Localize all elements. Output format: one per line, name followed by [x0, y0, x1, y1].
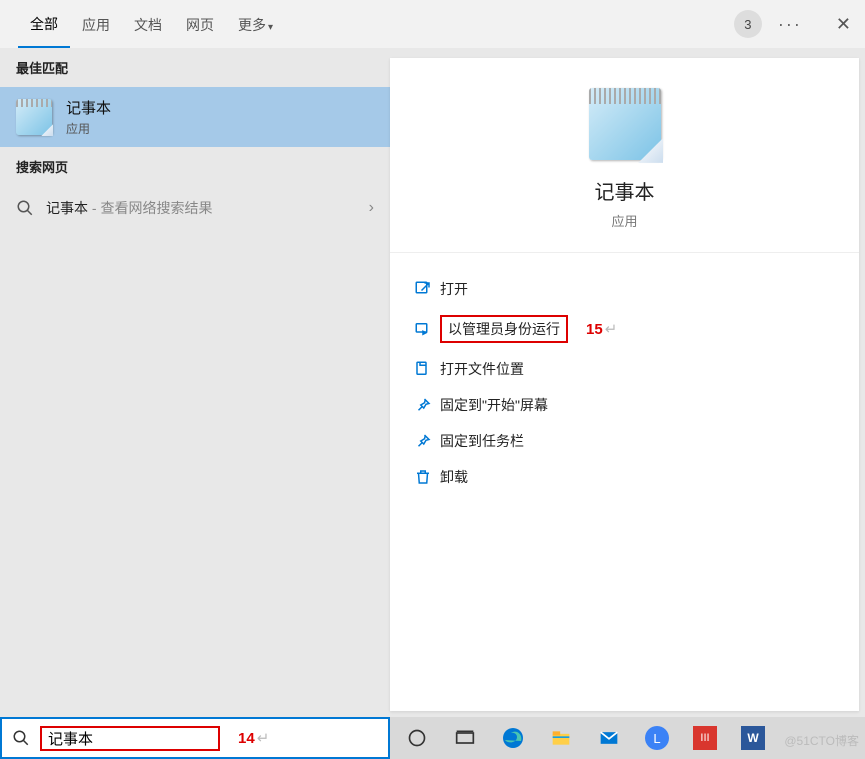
- reward-badge[interactable]: 3: [734, 10, 762, 38]
- action-pin-start-label: 固定到"开始"屏幕: [440, 395, 548, 415]
- app-red-icon[interactable]: III: [692, 725, 718, 751]
- results-pane: 最佳匹配 记事本 应用 搜索网页 记事本 - 查看网络搜索结果 ›: [0, 48, 390, 717]
- action-open-label: 打开: [440, 279, 468, 299]
- search-icon: [16, 199, 34, 217]
- tab-web[interactable]: 网页: [174, 1, 226, 47]
- search-icon: [12, 729, 30, 747]
- web-search-suffix: - 查看网络搜索结果: [88, 200, 212, 216]
- tab-apps[interactable]: 应用: [70, 1, 122, 47]
- action-open[interactable]: 打开: [414, 271, 835, 307]
- close-button[interactable]: ✕: [822, 8, 865, 41]
- search-web-header: 搜索网页: [0, 147, 390, 186]
- action-run-admin-label: 以管理员身份运行: [440, 315, 568, 343]
- word-icon[interactable]: W: [740, 725, 766, 751]
- preview-title: 记事本: [595, 176, 655, 205]
- notepad-icon: [16, 99, 52, 135]
- search-tabs: 全部 应用 文档 网页 更多▾ 3 ··· ✕: [0, 0, 865, 48]
- result-subtitle: 应用: [66, 120, 374, 137]
- search-box[interactable]: 14: [0, 717, 390, 759]
- search-input[interactable]: [48, 730, 212, 747]
- tab-documents[interactable]: 文档: [122, 1, 174, 47]
- best-match-result[interactable]: 记事本 应用: [0, 87, 390, 147]
- folder-icon: [414, 360, 440, 378]
- best-match-header: 最佳匹配: [0, 48, 390, 87]
- annotation-14: 14: [238, 729, 269, 747]
- app-l-icon[interactable]: L: [644, 725, 670, 751]
- edge-icon[interactable]: [500, 725, 526, 751]
- mail-icon[interactable]: [596, 725, 622, 751]
- chevron-down-icon: ▾: [268, 22, 273, 33]
- task-view-icon[interactable]: [452, 725, 478, 751]
- web-search-term: 记事本: [46, 200, 88, 216]
- watermark: @51CTO博客: [784, 732, 859, 749]
- action-open-location-label: 打开文件位置: [440, 359, 524, 379]
- action-pin-start[interactable]: 固定到"开始"屏幕: [414, 387, 835, 423]
- cortana-icon[interactable]: [404, 725, 430, 751]
- web-search-row[interactable]: 记事本 - 查看网络搜索结果 ›: [0, 186, 390, 230]
- result-title: 记事本: [66, 97, 374, 118]
- pin-taskbar-icon: [414, 432, 440, 450]
- action-pin-taskbar[interactable]: 固定到任务栏: [414, 423, 835, 459]
- annotation-15: 15: [586, 320, 617, 338]
- action-uninstall-label: 卸载: [440, 467, 468, 487]
- notepad-icon-large: [589, 88, 661, 160]
- preview-pane: 记事本 应用 打开 以管理员身份运行 15 打开文件位置 固定到"开始"屏幕: [390, 58, 859, 711]
- pin-icon: [414, 396, 440, 414]
- action-open-location[interactable]: 打开文件位置: [414, 351, 835, 387]
- admin-icon: [414, 320, 440, 338]
- action-run-admin[interactable]: 以管理员身份运行 15: [414, 307, 835, 351]
- tab-more-label: 更多: [238, 17, 266, 33]
- trash-icon: [414, 468, 440, 486]
- action-pin-taskbar-label: 固定到任务栏: [440, 431, 524, 451]
- action-uninstall[interactable]: 卸载: [414, 459, 835, 495]
- tab-all[interactable]: 全部: [18, 0, 70, 49]
- explorer-icon[interactable]: [548, 725, 574, 751]
- tab-more[interactable]: 更多▾: [226, 1, 285, 47]
- open-icon: [414, 280, 440, 298]
- preview-subtitle: 应用: [611, 211, 637, 230]
- more-options-button[interactable]: ···: [778, 14, 802, 35]
- chevron-right-icon: ›: [369, 199, 374, 217]
